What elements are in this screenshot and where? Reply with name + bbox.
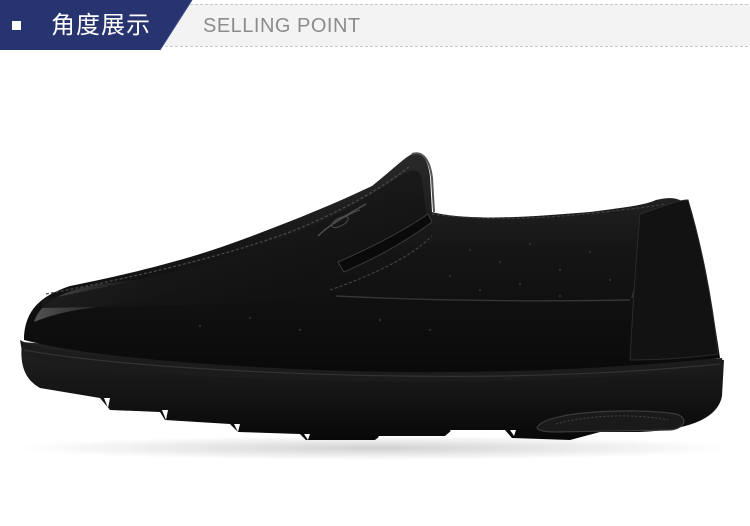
slip-on-leather-shoe-image [15, 152, 735, 460]
product-image [0, 52, 750, 526]
product-detail-page: 角度展示 SELLING POINT [0, 0, 750, 526]
section-title-en: SELLING POINT [203, 15, 361, 37]
square-bullet-icon [12, 21, 21, 30]
heel-counter [629, 199, 719, 361]
shoe-upper [24, 153, 720, 373]
section-header: 角度展示 SELLING POINT [0, 0, 750, 52]
section-title-cn: 角度展示 [51, 11, 151, 39]
